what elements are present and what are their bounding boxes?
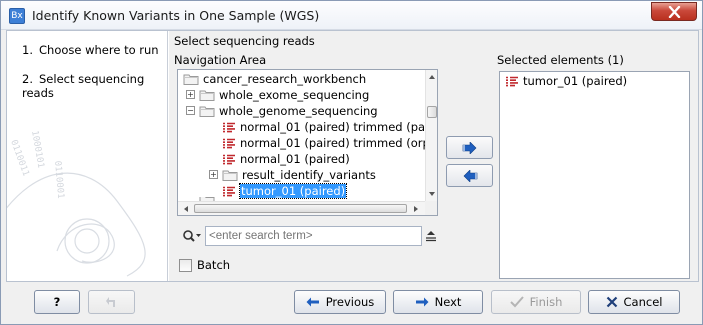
- app-icon: Bx: [9, 8, 25, 24]
- step-label: Choose where to run: [39, 43, 159, 57]
- tree-item-label: result_identify_variants: [242, 168, 376, 182]
- step-choose-where-to-run[interactable]: 1. Choose where to run: [22, 43, 159, 57]
- checkmark-icon: [509, 296, 524, 308]
- step-number: 2.: [22, 72, 33, 86]
- search-options-button[interactable]: [182, 229, 202, 243]
- previous-button[interactable]: Previous: [294, 290, 386, 314]
- selected-item-tumor-paired[interactable]: tumor_01 (paired): [505, 73, 627, 89]
- batch-checkbox-row[interactable]: Batch: [179, 258, 230, 272]
- remove-from-selected-button[interactable]: [446, 164, 493, 187]
- cancel-label: Cancel: [623, 295, 663, 309]
- sequence-list-icon: [222, 122, 236, 133]
- selected-elements-label: Selected elements (1): [497, 53, 624, 67]
- add-to-selected-button[interactable]: [446, 136, 493, 159]
- folder-icon: [199, 89, 215, 101]
- horizontal-scroll-thumb[interactable]: [194, 204, 407, 213]
- dialog-footer: ? Previous Next Finish Cancel: [1, 283, 702, 324]
- filter-lines-icon[interactable]: [425, 230, 437, 242]
- sequence-list-icon: [222, 154, 236, 165]
- folder-icon: [199, 105, 215, 117]
- step-label: Select sequencing reads: [22, 72, 145, 100]
- scroll-right-icon[interactable]: [411, 203, 421, 215]
- svg-text:0110011: 0110011: [8, 139, 30, 178]
- folder-icon: [222, 169, 238, 181]
- close-window-button[interactable]: [651, 2, 697, 21]
- tree-item-label: whole_genome_sequencing: [219, 104, 378, 118]
- scroll-up-icon[interactable]: [426, 72, 438, 82]
- batch-checkbox[interactable]: [179, 258, 192, 272]
- tree-vertical-scrollbar[interactable]: [425, 70, 438, 201]
- selected-item-label: tumor_01 (paired): [523, 74, 628, 88]
- cancel-button[interactable]: Cancel: [588, 290, 680, 314]
- next-button[interactable]: Next: [393, 290, 483, 314]
- close-icon: [668, 6, 681, 18]
- tree-item-label: normal_01 (paired) trimmed (paired): [240, 120, 438, 134]
- sequence-list-icon: [222, 138, 236, 149]
- content-area: 1. Choose where to run 2. Select sequencin…: [6, 30, 699, 282]
- search-icon: [183, 230, 201, 242]
- dialog-window: Bx Identify Known Variants in One Sample…: [0, 0, 703, 325]
- tree-item-normal-trimmed-paired[interactable]: normal_01 (paired) trimmed (paired): [222, 119, 438, 135]
- arrow-right-icon: [415, 297, 429, 307]
- tree-item-whole-exome-sequencing[interactable]: whole_exome_sequencing: [199, 87, 369, 103]
- title-bar: Bx Identify Known Variants in One Sample…: [1, 1, 702, 30]
- batch-label: Batch: [197, 258, 231, 272]
- sequence-list-icon: [222, 186, 236, 197]
- svg-text:1000101: 1000101: [29, 130, 45, 169]
- tree-item-cancer-research-workbench[interactable]: cancer_research_workbench: [183, 71, 366, 87]
- collapse-toggle[interactable]: −: [186, 106, 195, 115]
- close-icon: [606, 296, 617, 308]
- step-select-sequencing-reads[interactable]: 2. Select sequencing reads: [22, 72, 167, 100]
- navigation-area-label: Navigation Area: [174, 53, 267, 67]
- tree-item-normal-trimmed-orphans[interactable]: normal_01 (paired) trimmed (orphans): [222, 135, 437, 151]
- main-panel: Select sequencing reads Navigation Area …: [169, 31, 698, 281]
- tree-item-normal-paired[interactable]: normal_01 (paired): [222, 151, 350, 167]
- section-title: Select sequencing reads: [174, 34, 315, 48]
- scrollbar-corner: [425, 201, 437, 215]
- arrow-right-icon: [462, 142, 477, 154]
- selected-elements-list[interactable]: tumor_01 (paired): [499, 71, 690, 279]
- tree-horizontal-scrollbar[interactable]: [178, 201, 425, 215]
- expand-toggle[interactable]: +: [186, 90, 195, 99]
- vertical-scroll-thumb[interactable]: [427, 106, 437, 118]
- previous-label: Previous: [325, 295, 375, 309]
- reset-button[interactable]: [88, 290, 135, 314]
- arrow-left-icon: [306, 297, 319, 307]
- help-button[interactable]: ?: [34, 290, 80, 314]
- navigation-tree[interactable]: cancer_research_workbench + whole_exome_…: [177, 69, 438, 216]
- scroll-down-icon[interactable]: [426, 189, 438, 199]
- finish-button[interactable]: Finish: [491, 290, 581, 314]
- expand-toggle[interactable]: +: [209, 170, 218, 179]
- tree-item-label: cancer_research_workbench: [203, 72, 367, 86]
- step-number: 1.: [22, 43, 33, 57]
- finish-label: Finish: [529, 295, 563, 309]
- next-label: Next: [434, 295, 462, 309]
- tree-item-label: tumor_01 (paired): [238, 183, 348, 199]
- tree-item-tumor-paired[interactable]: tumor_01 (paired): [222, 183, 348, 199]
- steps-sidebar: 1. Choose where to run 2. Select sequencin…: [7, 31, 168, 281]
- tree-item-label: normal_01 (paired) trimmed (orphans): [240, 136, 437, 150]
- window-title: Identify Known Variants in One Sample (W…: [32, 8, 320, 23]
- folder-icon: [183, 73, 199, 85]
- tree-item-whole-genome-sequencing[interactable]: whole_genome_sequencing: [199, 103, 378, 119]
- dna-decoration-graphic: 0110011 1000101 0110001: [7, 130, 146, 277]
- help-label: ?: [53, 295, 61, 309]
- sequence-list-icon: [505, 76, 519, 87]
- tree-item-label: normal_01 (paired): [240, 152, 350, 166]
- search-input[interactable]: [205, 226, 422, 246]
- svg-text:0110001: 0110001: [52, 160, 65, 199]
- arrow-left-icon: [463, 170, 478, 182]
- scroll-left-icon[interactable]: [181, 203, 191, 215]
- tree-item-result-identify-variants[interactable]: result_identify_variants: [222, 167, 376, 183]
- tree-item-label: whole_exome_sequencing: [219, 88, 370, 102]
- undo-icon: [105, 297, 115, 307]
